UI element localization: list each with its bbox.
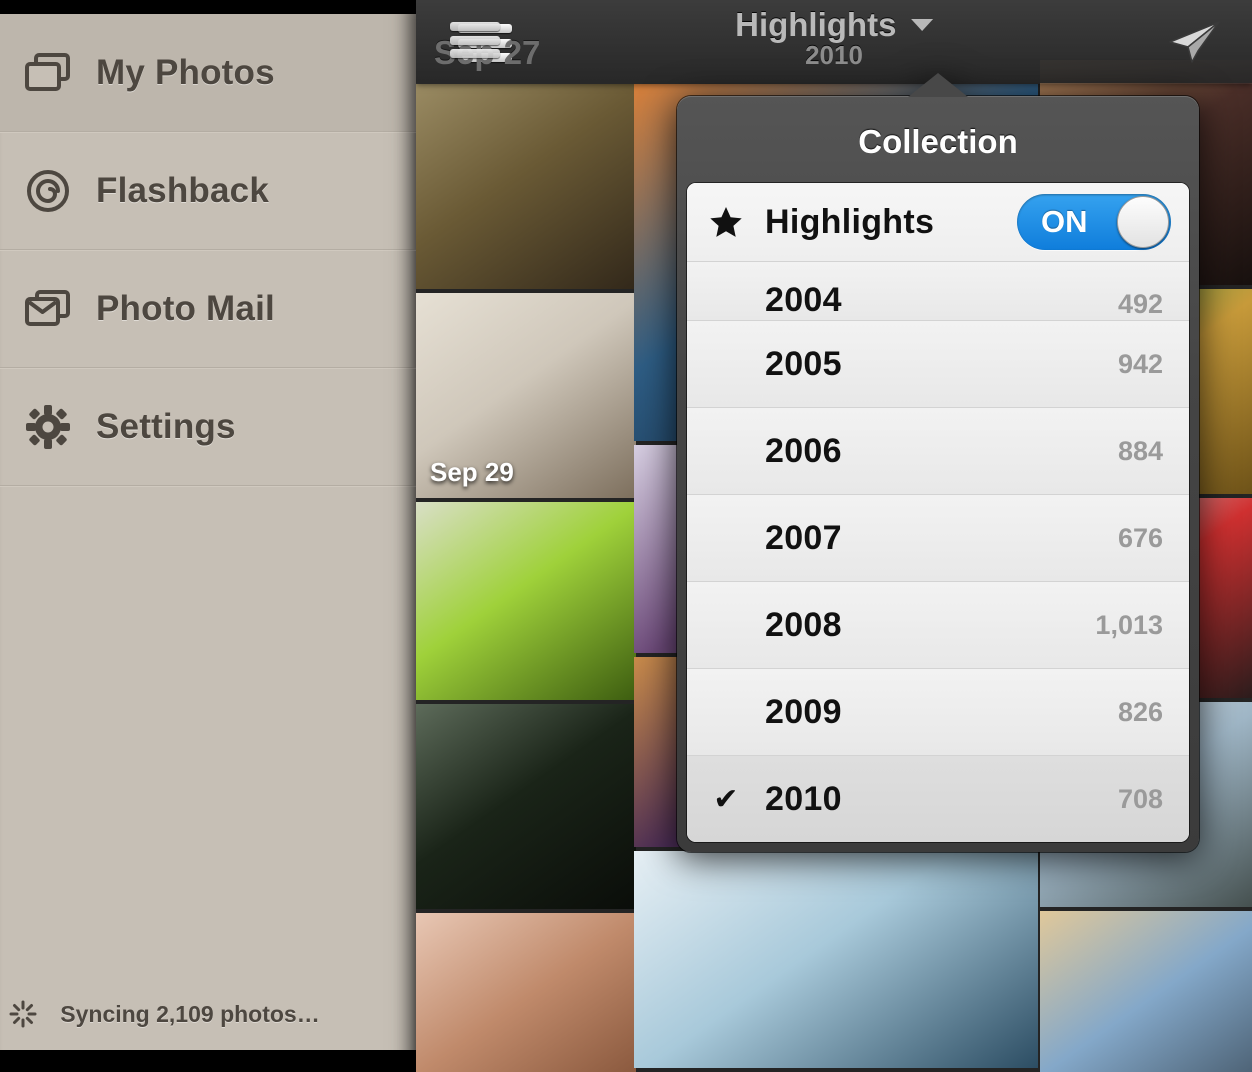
collection-row-2006[interactable]: 2006 884 xyxy=(687,408,1189,495)
collection-row-label: 2007 xyxy=(765,518,842,557)
collection-row-2007[interactable]: 2007 676 xyxy=(687,495,1189,582)
photo-date-caption: Sep 29 xyxy=(430,457,514,487)
sidebar-item-my-photos[interactable]: My Photos xyxy=(0,14,416,132)
sidebar-item-settings[interactable]: Settings xyxy=(0,368,416,486)
collection-row-label: 2009 xyxy=(765,692,842,731)
collection-popover: Collection Highlights ON 2004 492 2005 9… xyxy=(677,73,1199,852)
photos-icon xyxy=(0,52,96,94)
toggle-state-label: ON xyxy=(1041,204,1088,239)
collection-row-label: Highlights xyxy=(765,202,935,241)
sidebar-item-label: Flashback xyxy=(96,170,269,210)
photo-thumbnail xyxy=(416,704,636,909)
group-portrait-photo[interactable] xyxy=(416,84,636,289)
main-content-panel: Sep 29 Highlights 2010 Sep 27 Collection… xyxy=(416,0,1252,1072)
page-subtitle: 2010 xyxy=(805,40,863,70)
collection-row-highlights[interactable]: Highlights ON xyxy=(687,183,1189,262)
sync-status-row: Syncing 2,109 photos… xyxy=(0,978,416,1050)
popover-arrow-up xyxy=(908,73,968,97)
sidebar-item-label: Settings xyxy=(96,406,236,446)
night-train-photo[interactable] xyxy=(416,704,636,909)
popover-title: Collection xyxy=(858,123,1018,160)
collection-row-2008[interactable]: 2008 1,013 xyxy=(687,582,1189,669)
collection-row-label: 2010 xyxy=(765,779,842,818)
popover-body: Collection Highlights ON 2004 492 2005 9… xyxy=(677,96,1199,852)
envelope-icon xyxy=(0,288,96,330)
highlights-toggle-switch[interactable]: ON xyxy=(1017,194,1171,250)
furniture-pile-photo[interactable] xyxy=(416,913,636,1072)
sidebar-item-flashback[interactable]: Flashback xyxy=(0,132,416,250)
collection-row-2004[interactable]: 2004 492 xyxy=(687,262,1189,321)
sync-status-text: Syncing 2,109 photos… xyxy=(60,1000,320,1027)
photo-thumbnail xyxy=(634,851,1038,1068)
photo-thumbnail xyxy=(1040,911,1252,1072)
star-icon xyxy=(687,206,765,239)
hamburger-icon[interactable] xyxy=(458,24,512,62)
collection-row-count: 942 xyxy=(1117,348,1163,379)
sidebar-item-photo-mail[interactable]: Photo Mail xyxy=(0,250,416,368)
sackboy-magazine-photo[interactable] xyxy=(416,502,636,700)
app-root: My Photos Flashback Photo Mail Settings … xyxy=(0,0,1252,1072)
seaside-man-photo[interactable] xyxy=(634,851,1038,1068)
spiral-icon xyxy=(0,168,96,214)
collection-title-button[interactable]: Highlights 2010 xyxy=(735,6,933,71)
collection-row-2009[interactable]: 2009 826 xyxy=(687,669,1189,756)
photo-thumbnail xyxy=(416,502,636,700)
collection-row-count: 884 xyxy=(1117,435,1163,466)
collection-row-count: 826 xyxy=(1117,696,1163,727)
collection-row-label: 2008 xyxy=(765,605,842,644)
page-title: Highlights xyxy=(735,6,897,43)
sidebar-item-label: My Photos xyxy=(96,52,275,92)
sidebar-bottom-black-bar xyxy=(0,1050,416,1072)
checkmark-icon: ✔ xyxy=(713,782,739,816)
sidebar-item-label: Photo Mail xyxy=(96,288,275,328)
collection-row-count: 492 xyxy=(1117,289,1163,319)
collection-row-count: 676 xyxy=(1117,522,1163,553)
photo-thumbnail xyxy=(416,913,636,1072)
collection-row-label: 2005 xyxy=(765,344,842,383)
collection-row-count: 1,013 xyxy=(1095,609,1163,640)
collection-row-2005[interactable]: 2005 942 xyxy=(687,321,1189,408)
collection-row-2010[interactable]: ✔ 2010 708 xyxy=(687,756,1189,842)
sidebar-menu: My Photos Flashback Photo Mail Settings xyxy=(0,14,416,1050)
top-navbar: Highlights 2010 xyxy=(416,0,1252,83)
sidebar-drawer: My Photos Flashback Photo Mail Settings … xyxy=(0,0,416,1072)
sidebar-top-black-bar xyxy=(0,0,416,14)
toggle-knob xyxy=(1117,196,1169,248)
send-paper-plane-icon[interactable] xyxy=(1164,18,1222,66)
gear-icon xyxy=(0,404,96,450)
room-ladder-photo[interactable]: Sep 29 xyxy=(416,293,636,498)
photo-thumbnail xyxy=(416,84,636,289)
collection-list: Highlights ON 2004 492 2005 942 2006 884 2007 6… xyxy=(687,183,1189,842)
chevron-down-icon xyxy=(910,19,933,31)
collection-row-count: 708 xyxy=(1117,783,1163,814)
collection-row-label: 2004 xyxy=(765,281,842,319)
harbor-clouds-photo[interactable] xyxy=(1040,911,1252,1072)
spinner-icon xyxy=(0,999,46,1029)
collection-row-label: 2006 xyxy=(765,431,842,470)
